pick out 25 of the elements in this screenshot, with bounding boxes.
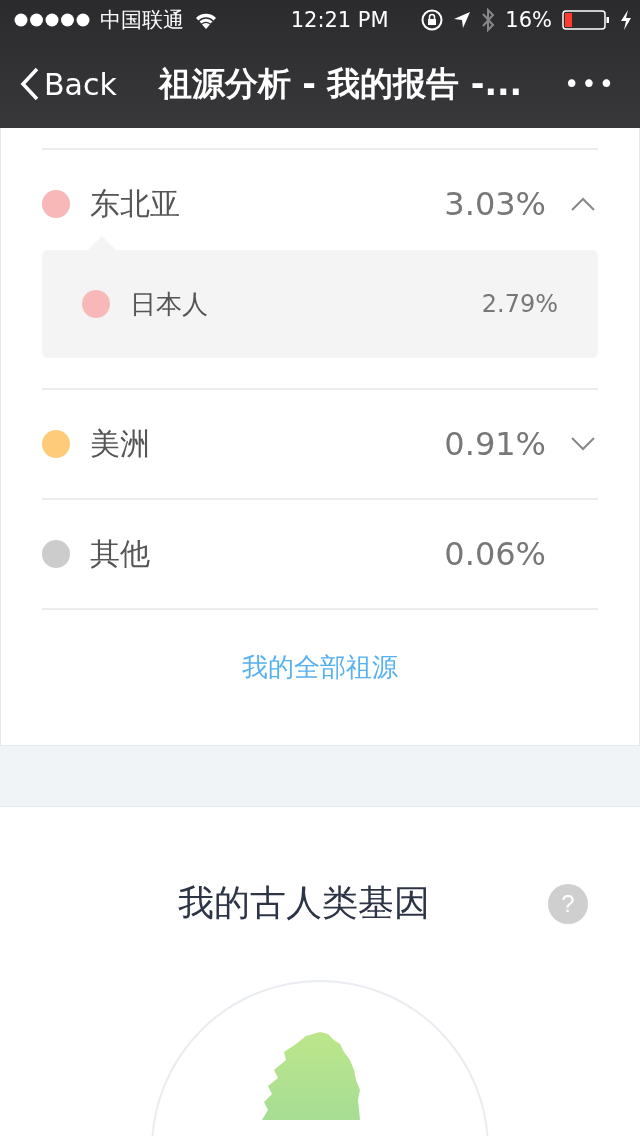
subregion-percent: 2.79%: [481, 290, 558, 318]
battery-icon: [562, 10, 610, 30]
region-name: 美洲: [90, 424, 151, 463]
section-title: 我的古人类基因: [178, 881, 431, 925]
signal-icon: [14, 13, 90, 27]
battery-percent: 16%: [505, 8, 552, 32]
region-percent: 3.03%: [444, 185, 546, 223]
more-button[interactable]: •••: [564, 69, 616, 99]
back-button[interactable]: Back: [20, 66, 117, 102]
back-chevron-icon[interactable]: [20, 67, 40, 101]
page-title: 祖源分析 - 我的报告 -...: [157, 62, 524, 105]
region-name: 其他: [90, 534, 151, 573]
charging-bolt-icon: [620, 10, 632, 30]
location-arrow-icon: [453, 11, 472, 29]
chevron-icon[interactable]: [571, 197, 595, 211]
subregion-name: 日本人: [130, 287, 209, 321]
clock-time: 12:21 PM: [290, 8, 389, 32]
chevron-icon[interactable]: [571, 437, 595, 451]
carrier-name: 中国联通: [100, 7, 184, 34]
region-percent: 0.91%: [444, 425, 546, 463]
region-percent: 0.06%: [444, 535, 546, 573]
region-name: 东北亚: [90, 184, 181, 223]
rotation-lock-icon: [421, 9, 444, 31]
bluetooth-icon: [481, 8, 496, 32]
wifi-icon: [194, 11, 218, 29]
